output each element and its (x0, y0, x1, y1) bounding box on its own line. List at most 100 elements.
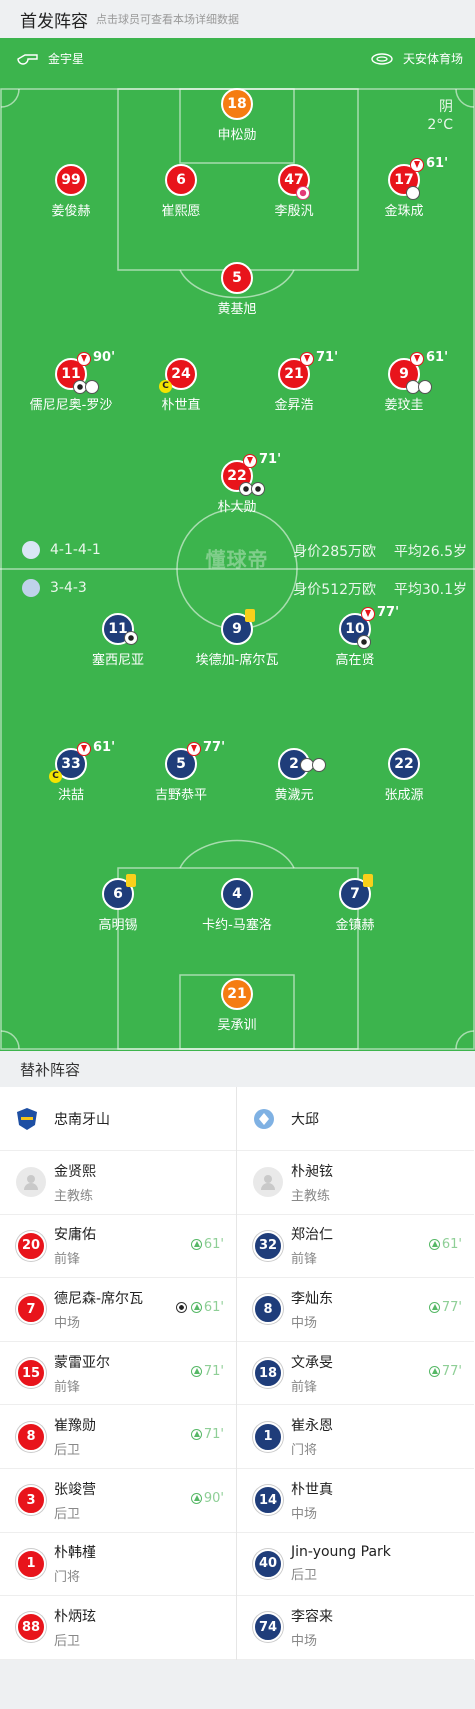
sub-in: 61' (190, 1237, 224, 1252)
sub-time: 61' (93, 740, 116, 755)
player-number: 17 61' (388, 156, 448, 200)
sub-off-icon (187, 742, 201, 756)
away-player[interactable]: 33 61' C 洪喆 (11, 740, 131, 803)
player-name: 儒尼尼奥-罗沙 (29, 398, 113, 413)
player-number: 24 C (159, 358, 197, 393)
sub-player-row[interactable]: 14 朴世真 中场 (237, 1469, 474, 1533)
sub-player-row[interactable]: 8 崔豫勋 后卫 71' (0, 1405, 236, 1469)
player-name: 高在贤 (335, 653, 375, 668)
sub-off-icon (410, 158, 424, 172)
goal-icon (251, 482, 265, 496)
away-team-row[interactable]: 大邱 (237, 1087, 474, 1151)
sub-number: 20 (16, 1230, 46, 1261)
sub-player-row[interactable]: 20 安庸佑 前锋 61' (0, 1215, 236, 1279)
away-player[interactable]: 11 塞西尼亚 (58, 613, 178, 668)
sub-player-row[interactable]: 15 蒙雷亚尔 前锋 71' (0, 1342, 236, 1406)
coach-row[interactable]: 金贤熙 主教练 (0, 1151, 236, 1215)
sub-player-row[interactable]: 7 德尼森-席尔瓦 中场 61' (0, 1278, 236, 1342)
yellow-card-icon (363, 874, 373, 887)
away-team-badge-icon (22, 579, 40, 597)
sub-position: 后卫 (291, 1568, 318, 1584)
sub-player-row[interactable]: 18 文承旻 前锋 77' (237, 1342, 474, 1406)
sub-player-row[interactable]: 3 张竣营 后卫 90' (0, 1469, 236, 1533)
sub-off-icon (410, 352, 424, 366)
home-team-logo-icon (17, 1107, 37, 1130)
team-value: 身价285万欧 (293, 544, 377, 560)
player-number: 9 61' (388, 350, 448, 394)
home-player[interactable]: 9 61' 姜玟圭 (344, 350, 464, 413)
goal-icon (357, 635, 371, 649)
player-number: 33 61' C (49, 740, 115, 783)
sub-in: 90' (190, 1491, 224, 1506)
sub-name: 李灿东 (291, 1290, 333, 1307)
away-player[interactable]: 9 埃德加-席尔瓦 (177, 609, 297, 668)
sub-time: 71' (259, 452, 282, 467)
player-name: 金珠成 (384, 204, 424, 219)
player-number: 21 71' (278, 350, 338, 390)
referee-name: 金宇星 (48, 52, 85, 66)
sub-position: 中场 (54, 1315, 81, 1331)
home-team-row[interactable]: 忠南牙山 (0, 1087, 236, 1151)
sub-off-icon (243, 454, 257, 468)
home-player[interactable]: 21 71' 金昇浩 (234, 350, 354, 413)
home-player[interactable]: 18 申松勋 (177, 88, 297, 143)
sub-position: 后卫 (54, 1633, 81, 1649)
yellow-card-icon (245, 609, 255, 622)
player-number: 5 77' (165, 740, 225, 780)
sub-player-row[interactable]: 74 李容来 中场 (237, 1596, 474, 1660)
sub-name: 朴世真 (291, 1481, 333, 1498)
away-player[interactable]: 10 77' 高在贤 (295, 605, 415, 668)
assist-icon (406, 186, 420, 200)
away-player[interactable]: 7 金镇赫 (295, 874, 415, 933)
sub-number: 3 (16, 1485, 46, 1516)
player-name: 申松勋 (217, 128, 257, 143)
away-subs-column: 大邱 朴昶铉 主教练 32 郑治仁 前锋 61' 8 李灿东 中场 77' 18 文承… (237, 1087, 474, 1660)
sub-name: 蒙雷亚尔 (54, 1354, 110, 1371)
sub-off-icon (300, 352, 314, 366)
sub-player-row[interactable]: 88 朴炳玹 后卫 (0, 1596, 236, 1660)
sub-time: 71' (316, 350, 339, 365)
own-goal-icon (296, 186, 310, 200)
home-player[interactable]: 22 71' 朴大勋 (177, 452, 297, 515)
away-player[interactable]: 22 张成源 (344, 748, 464, 803)
home-player[interactable]: 24 C 朴世直 (121, 358, 241, 413)
assist-icon (418, 380, 432, 394)
sub-player-row[interactable]: 32 郑治仁 前锋 61' (237, 1215, 474, 1279)
home-player[interactable]: 99 姜俊赫 (11, 164, 131, 219)
captain-badge: C (159, 380, 172, 393)
sub-player-row[interactable]: 8 李灿东 中场 77' (237, 1278, 474, 1342)
sub-position: 中场 (291, 1633, 318, 1649)
coach-row[interactable]: 朴昶铉 主教练 (237, 1151, 474, 1215)
home-player[interactable]: 5 黄基旭 (177, 262, 297, 317)
away-player[interactable]: 21 吴承训 (177, 978, 297, 1033)
home-formation: 4-1-4-1 (22, 541, 101, 559)
away-player[interactable]: 6 高明锡 (58, 874, 178, 933)
home-player[interactable]: 17 61' 金珠成 (344, 156, 464, 219)
sub-position: 门将 (54, 1570, 81, 1586)
away-player[interactable]: 2 黄濊元 (234, 748, 354, 803)
player-number: 99 (55, 164, 87, 196)
stadium-name: 天安体育场 (402, 52, 463, 66)
sub-number: 1 (253, 1421, 283, 1452)
coach-role: 主教练 (291, 1188, 331, 1204)
home-player[interactable]: 6 崔熙愿 (121, 164, 241, 219)
sub-position: 中场 (291, 1315, 318, 1331)
away-player[interactable]: 4 卡约-马塞洛 (177, 878, 297, 933)
sub-player-row[interactable]: 1 朴韩槿 门将 (0, 1533, 236, 1597)
sub-player-row[interactable]: 40 Jin-young Park 后卫 (237, 1533, 474, 1597)
sub-player-row[interactable]: 1 崔永恩 门将 (237, 1405, 474, 1469)
team-name: 忠南牙山 (54, 1111, 110, 1128)
home-team-badge-icon (22, 541, 40, 559)
sub-in-icon (428, 1365, 440, 1377)
away-player[interactable]: 5 77' 吉野恭平 (121, 740, 241, 803)
home-player[interactable]: 11 90' 儒尼尼奥-罗沙 (11, 350, 131, 413)
player-name: 李殷汎 (274, 204, 314, 219)
sub-name: 李容来 (291, 1608, 333, 1625)
player-name: 张成源 (384, 788, 424, 803)
coach-name: 朴昶铉 (291, 1163, 333, 1180)
sub-position: 前锋 (54, 1252, 81, 1268)
sub-position: 前锋 (291, 1379, 318, 1395)
home-player[interactable]: 47 李殷汎 (234, 164, 354, 219)
player-name: 卡约-马塞洛 (202, 918, 272, 933)
captain-badge: C (49, 770, 62, 783)
